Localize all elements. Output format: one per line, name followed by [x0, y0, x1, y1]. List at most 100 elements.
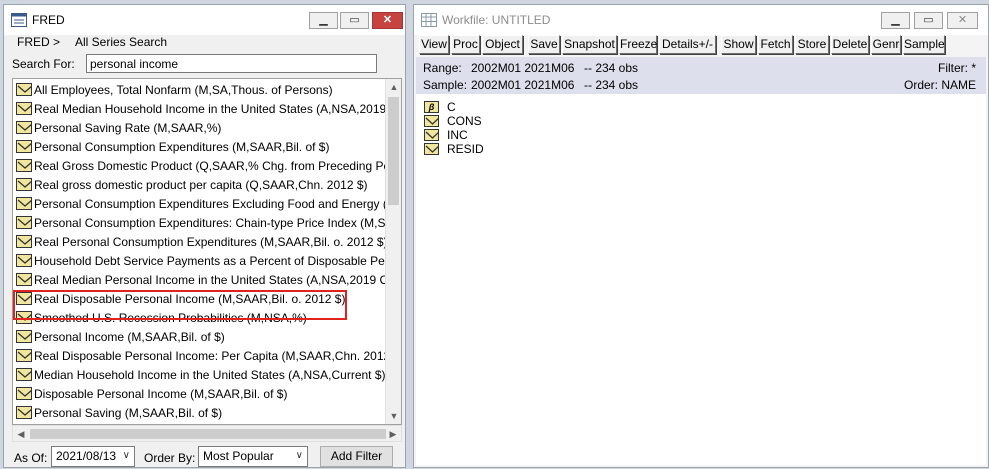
toolbar-delete-button[interactable]: Delete [831, 35, 869, 54]
maximize-icon: ▭ [923, 14, 934, 26]
toolbar-snapshot-button[interactable]: Snapshot [562, 35, 617, 54]
range-value[interactable]: 2002M01 2021M06 [471, 61, 574, 75]
series-icon [16, 102, 32, 115]
order-label[interactable]: Order: NAME [904, 78, 976, 92]
list-item-label: Real gross domestic product per capita (… [34, 178, 368, 192]
toolbar-proc-button[interactable]: Proc [451, 35, 480, 54]
list-item[interactable]: Real Gross Domestic Product (Q,SAAR,% Ch… [16, 157, 401, 176]
vertical-scrollbar[interactable]: ▲ ▼ [385, 79, 401, 424]
list-item[interactable]: Disposable Personal Income (M,SAAR,Bil. … [16, 385, 287, 404]
list-item[interactable]: Real Personal Consumption Expenditures (… [16, 233, 388, 252]
workfile-object[interactable]: CONS [424, 114, 482, 128]
window-app-icon [11, 13, 27, 27]
workfile-object[interactable]: RESID [424, 142, 484, 156]
list-item-label: Real Median Personal Income in the Unite… [34, 273, 402, 287]
breadcrumb-current[interactable]: All Series Search [75, 35, 167, 49]
filter-label[interactable]: Filter: * [938, 61, 976, 75]
maximize-button[interactable]: ▭ [340, 12, 369, 29]
object-name: RESID [447, 142, 484, 156]
list-item-label: Personal Consumption Expenditures: Chain… [34, 216, 394, 230]
close-icon: ✕ [957, 14, 968, 26]
list-item-label: All Employees, Total Nonfarm (M,SA,Thous… [34, 83, 333, 97]
toolbar-sample-button[interactable]: Sample [903, 35, 945, 54]
chevron-down-icon: ∨ [295, 450, 303, 461]
as-of-date-picker[interactable]: 2021/08/13 ∨ [51, 446, 135, 467]
horizontal-scrollbar[interactable]: ◀ ▶ [12, 425, 402, 442]
sample-value[interactable]: 2002M01 2021M06 [471, 78, 574, 92]
minimize-icon: ▁ [319, 14, 328, 26]
list-item[interactable]: Real Disposable Personal Income: Per Cap… [16, 347, 401, 366]
series-icon [16, 349, 32, 362]
scroll-left-icon[interactable]: ◀ [13, 426, 29, 442]
list-item-label: Real Personal Consumption Expenditures (… [34, 235, 388, 249]
series-icon [16, 159, 32, 172]
fred-breadcrumb: FRED > All Series Search [4, 35, 405, 53]
workfile-object[interactable]: βC [424, 100, 456, 114]
list-item[interactable]: Real Median Household Income in the Unit… [16, 100, 398, 119]
scroll-up-icon[interactable]: ▲ [386, 79, 401, 95]
list-item[interactable]: Personal Consumption Expenditures: Chain… [16, 214, 394, 233]
scroll-right-icon[interactable]: ▶ [385, 426, 401, 442]
minimize-button[interactable]: ▁ [881, 12, 910, 29]
toolbar-freeze-button[interactable]: Freeze [619, 35, 657, 54]
close-button[interactable]: ✕ [947, 12, 978, 29]
fred-titlebar[interactable]: FRED ▁ ▭ ✕ [4, 5, 405, 35]
scroll-thumb[interactable] [388, 97, 399, 205]
series-icon [16, 273, 32, 286]
toolbar-object-button[interactable]: Object [482, 35, 523, 54]
results-list[interactable]: All Employees, Total Nonfarm (M,SA,Thous… [12, 78, 402, 425]
as-of-value: 2021/08/13 [56, 449, 117, 463]
list-item[interactable]: Personal Consumption Expenditures (M,SAA… [16, 138, 329, 157]
workfile-object[interactable]: INC [424, 128, 468, 142]
object-name: C [447, 100, 456, 114]
breadcrumb-root[interactable]: FRED > [17, 35, 60, 49]
series-icon [16, 235, 32, 248]
list-item[interactable]: Personal Saving (M,SAAR,Bil. of $) [16, 404, 222, 423]
list-item[interactable]: Personal Consumption Expenditures Exclud… [16, 195, 396, 214]
maximize-button[interactable]: ▭ [914, 12, 943, 29]
list-item[interactable]: All Employees, Total Nonfarm (M,SA,Thous… [16, 81, 333, 100]
series-icon [16, 406, 32, 419]
toolbar-save-button[interactable]: Save [528, 35, 560, 54]
object-name: INC [447, 128, 468, 142]
list-item[interactable]: Median Household Income in the United St… [16, 366, 386, 385]
series-icon [16, 387, 32, 400]
series-icon [16, 140, 32, 153]
add-filter-button[interactable]: Add Filter [320, 446, 393, 467]
sample-obs: -- 234 obs [584, 78, 639, 92]
list-item-label: Personal Consumption Expenditures Exclud… [34, 197, 396, 211]
close-button[interactable]: ✕ [372, 12, 403, 29]
sample-label: Sample: [423, 78, 468, 92]
toolbar-genr-button[interactable]: Genr [871, 35, 901, 54]
series-icon [16, 254, 32, 267]
list-item-label: Disposable Personal Income (M,SAAR,Bil. … [34, 387, 288, 401]
order-by-select[interactable]: Most Popular ∨ [198, 446, 308, 467]
series-icon [424, 143, 439, 155]
series-icon [424, 129, 439, 141]
series-icon [16, 178, 32, 191]
beta-icon: β [424, 101, 439, 113]
chevron-down-icon: ∨ [122, 450, 130, 461]
object-name: CONS [447, 114, 482, 128]
list-item[interactable]: Real Median Personal Income in the Unite… [16, 271, 402, 290]
range-label: Range: [423, 61, 462, 75]
toolbar-details-button[interactable]: Details+/- [659, 35, 716, 54]
order-by-label: Order By: [144, 451, 196, 465]
list-item-label: Median Household Income in the United St… [34, 368, 386, 382]
series-icon [16, 197, 32, 210]
scroll-down-icon[interactable]: ▼ [386, 408, 401, 424]
list-item[interactable]: Real gross domestic product per capita (… [16, 176, 368, 195]
toolbar-show-button[interactable]: Show [721, 35, 756, 54]
hscroll-thumb[interactable] [30, 429, 386, 439]
list-item[interactable]: Personal Income (M,SAAR,Bil. of $) [16, 328, 225, 347]
toolbar-store-button[interactable]: Store [795, 35, 829, 54]
list-item[interactable]: Personal Saving Rate (M,SAAR,%) [16, 119, 221, 138]
close-icon: ✕ [382, 14, 393, 26]
toolbar-view-button[interactable]: View [419, 35, 449, 54]
workfile-object-list[interactable]: βC CONS INC RESID [416, 94, 986, 465]
workfile-titlebar[interactable]: Workfile: UNTITLED ▁ ▭ ✕ [414, 5, 988, 35]
toolbar-fetch-button[interactable]: Fetch [758, 35, 793, 54]
minimize-button[interactable]: ▁ [309, 12, 338, 29]
search-input[interactable] [86, 54, 377, 73]
list-item[interactable]: Household Debt Service Payments as a Per… [16, 252, 401, 271]
